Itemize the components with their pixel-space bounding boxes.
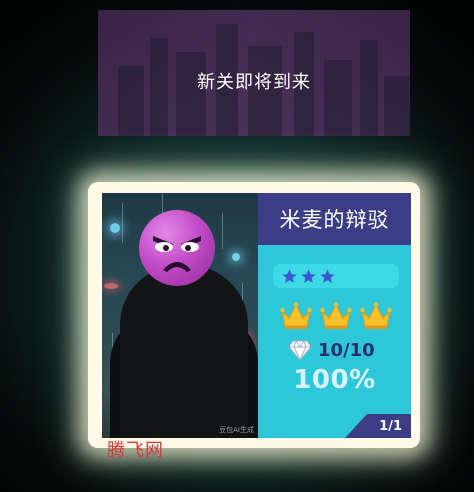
skyline-building xyxy=(176,52,206,136)
street-light xyxy=(232,253,240,261)
crowns-row xyxy=(280,301,392,333)
gems-row: 10/10 xyxy=(288,337,375,363)
crown-icon xyxy=(320,302,352,329)
rain-streak xyxy=(222,213,223,249)
level-card[interactable]: 豆包AI生成 米麦的辩驳 10/10 100% 1/1 xyxy=(102,193,411,438)
level-info-panel: 米麦的辩驳 10/10 100% 1/1 xyxy=(258,193,411,438)
crown-icon xyxy=(280,302,312,329)
street-light xyxy=(104,283,118,289)
diamond-icon xyxy=(288,340,312,361)
star-icon xyxy=(320,268,335,283)
gems-count: 10/10 xyxy=(318,339,375,361)
difficulty-stars xyxy=(273,264,399,288)
upcoming-level-label: 新关即将到来 xyxy=(197,72,311,93)
star-icon xyxy=(301,268,316,283)
crown-icon xyxy=(360,302,392,329)
level-title: 米麦的辩驳 xyxy=(258,193,411,245)
star-icon xyxy=(282,268,297,283)
angry-face-icon xyxy=(139,210,215,286)
site-watermark: 腾飞网 xyxy=(107,440,164,461)
page-indicator: 1/1 xyxy=(345,414,411,438)
photo-caption: 豆包AI生成 xyxy=(219,426,254,434)
rain-streak xyxy=(122,203,123,243)
upcoming-level-banner[interactable]: 新关即将到来 xyxy=(98,10,410,136)
completion-percent: 100% xyxy=(293,365,376,395)
figure-hood xyxy=(120,265,248,438)
street-light xyxy=(110,223,120,233)
level-photo: 豆包AI生成 xyxy=(102,193,258,438)
